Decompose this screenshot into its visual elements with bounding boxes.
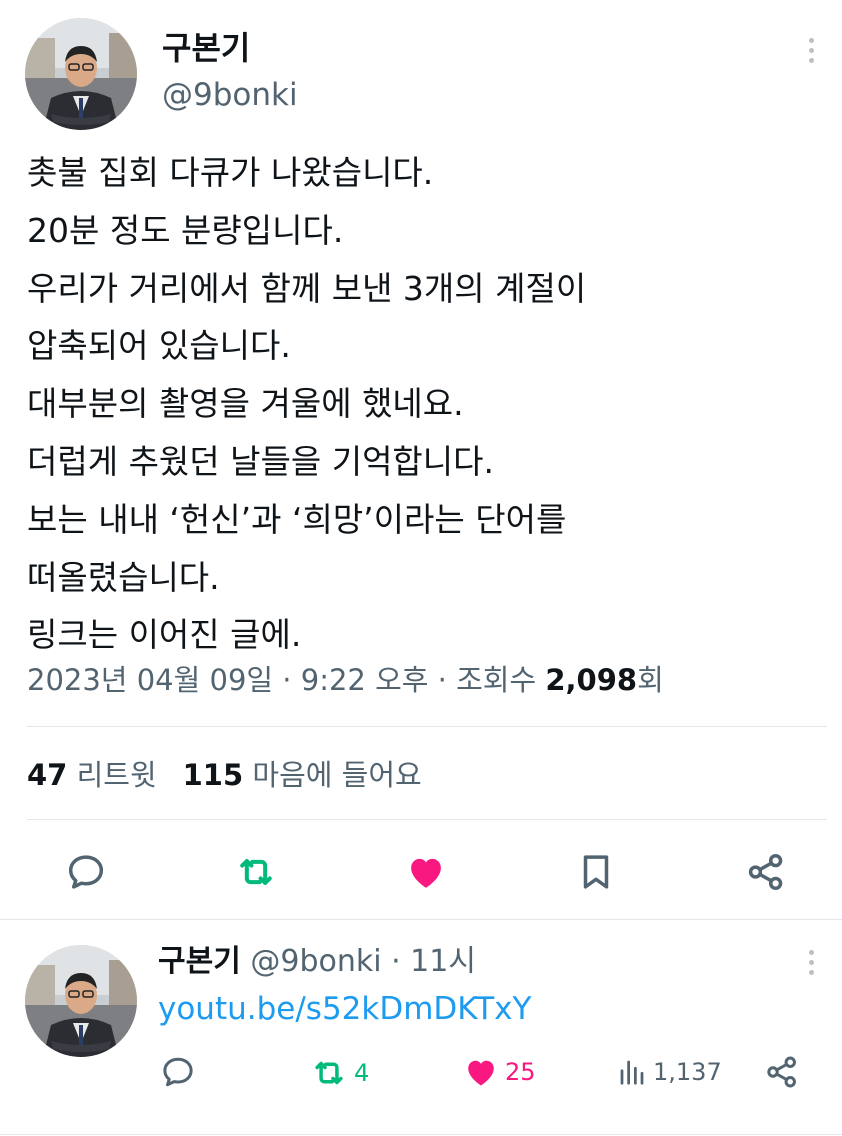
more-icon[interactable] xyxy=(803,942,819,982)
likes-count: 115 xyxy=(182,758,244,792)
views-suffix: 회 xyxy=(637,663,664,697)
author-name[interactable]: 구본기 xyxy=(162,28,250,68)
retweets-stat[interactable]: 47 리트윗 xyxy=(27,758,157,792)
reply-retweet-button[interactable]: 4 xyxy=(310,1054,369,1092)
author-handle[interactable]: @9bonki xyxy=(162,75,298,115)
divider xyxy=(27,726,827,727)
timestamp[interactable]: 2023년 04월 09일 · 9:22 오후 · 조회수 xyxy=(27,663,545,697)
bookmark-button[interactable] xyxy=(572,848,620,896)
retweet-icon xyxy=(315,1061,343,1085)
reply-reply-button[interactable] xyxy=(160,1054,196,1090)
divider xyxy=(0,1134,842,1135)
tweet-text-line: 대부분의 촬영을 겨울에 했네요. xyxy=(27,384,464,424)
bookmark-icon xyxy=(583,855,609,889)
reply-header: 구본기 @9bonki · 11시 xyxy=(158,942,476,982)
tweet-meta: 2023년 04월 09일 · 9:22 오후 · 조회수 2,098회 xyxy=(27,660,664,700)
reply-like-count: 25 xyxy=(505,1058,536,1086)
tweet-text-line: 압축되어 있습니다. xyxy=(27,326,291,366)
tweet-text-line: 우리가 거리에서 함께 보낸 3개의 계절이 xyxy=(27,268,587,308)
share-button[interactable] xyxy=(742,848,790,896)
more-icon[interactable] xyxy=(803,30,819,70)
reply-icon xyxy=(163,1057,193,1087)
heart-icon xyxy=(468,1060,494,1086)
reply-like-button[interactable]: 25 xyxy=(463,1054,536,1090)
engagement-stats: 47 리트윗 115 마음에 들어요 xyxy=(27,755,422,795)
divider xyxy=(27,819,827,820)
tweet-text-line: 촛불 집회 다큐가 나왔습니다. xyxy=(27,153,434,192)
reply-time[interactable]: · 11시 xyxy=(382,944,476,979)
tweet-text-line: 20분 정도 분량입니다. xyxy=(27,210,344,250)
retweets-count: 47 xyxy=(27,758,68,792)
views-icon xyxy=(620,1060,644,1085)
reply-views-count: 1,137 xyxy=(653,1058,722,1086)
tweet-text-line: 링크는 이어진 글에. xyxy=(27,615,302,655)
tweet-text-line: 떠올렸습니다. xyxy=(27,557,220,597)
reply-author-handle[interactable]: @9bonki xyxy=(250,944,381,979)
reply-retweet-count: 4 xyxy=(354,1059,370,1087)
divider xyxy=(0,919,842,920)
reply-views-button[interactable]: 1,137 xyxy=(617,1054,722,1090)
tweet-text: 촛불 집회 다큐가 나왔습니다. 20분 정도 분량입니다. 우리가 거리에서 … xyxy=(27,144,827,664)
like-button[interactable] xyxy=(402,848,450,896)
heart-icon xyxy=(411,858,441,888)
share-icon xyxy=(748,853,783,891)
avatar[interactable] xyxy=(25,18,137,130)
retweets-label: 리트윗 xyxy=(76,758,157,792)
likes-label: 마음에 들어요 xyxy=(252,758,422,792)
likes-stat[interactable]: 115 마음에 들어요 xyxy=(183,758,422,792)
tweet-text-line: 더럽게 추웠던 날들을 기억합니다. xyxy=(27,441,494,481)
retweet-button[interactable] xyxy=(232,848,280,896)
youtube-link[interactable]: youtu.be/s52kDmDKTxY xyxy=(158,989,531,1029)
tweet-text-line: 보는 내내 ‘헌신’과 ‘희망’이라는 단어를 xyxy=(27,499,567,539)
reply-author-name[interactable]: 구본기 xyxy=(158,944,241,979)
share-icon xyxy=(767,1056,796,1088)
views-count: 2,098 xyxy=(545,663,638,697)
retweet-icon xyxy=(240,858,272,886)
reply-avatar[interactable] xyxy=(25,945,137,1057)
reply-button[interactable] xyxy=(62,848,110,896)
reply-icon xyxy=(68,855,104,889)
reply-share-button[interactable] xyxy=(764,1054,800,1090)
